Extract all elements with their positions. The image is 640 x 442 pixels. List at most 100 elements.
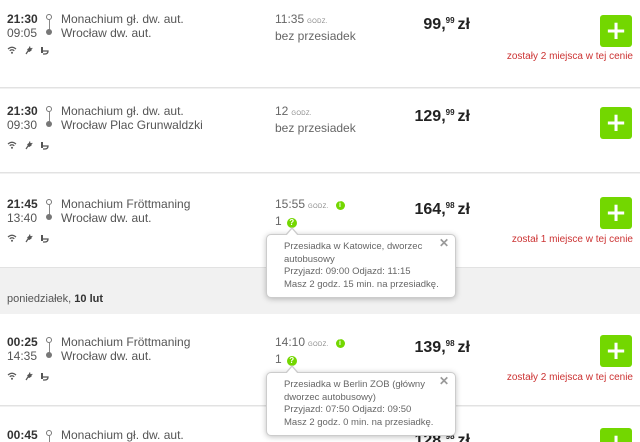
route-line: [44, 199, 54, 221]
duration-unit: GODZ.: [308, 204, 329, 210]
add-to-cart-button[interactable]: +: [600, 335, 632, 367]
route-line: [44, 14, 54, 36]
arrival-time: 14:35: [7, 349, 38, 363]
toilet-icon: [41, 235, 49, 243]
seats-left-notice: zostały 2 miejsca w tej cenie: [506, 372, 633, 383]
tooltip-title: Przesiadka w Berlin ZOB (główny dworzec …: [284, 379, 425, 403]
power-plug-icon: [25, 46, 33, 55]
stations: Monachium gł. dw. aut. Wrocław Plac Grun…: [61, 104, 203, 132]
price-decimal: 98: [445, 339, 455, 348]
price-decimal: 99: [445, 108, 455, 117]
from-station: Monachium Fröttmaning: [61, 335, 191, 349]
tooltip-times: Przyjazd: 07:50 Odjazd: 09:50: [284, 404, 412, 415]
arrival-time: 09:05: [7, 26, 38, 40]
currency: zł: [457, 339, 470, 356]
price: 139,98 zł: [414, 339, 470, 356]
duration: 11:35 GODZ. bez przesiadek: [275, 12, 356, 43]
add-to-cart-button[interactable]: +: [600, 15, 632, 47]
duration-unit: GODZ.: [291, 111, 312, 117]
amenities: [7, 141, 49, 150]
info-icon[interactable]: i: [335, 339, 345, 348]
add-to-cart-button[interactable]: +: [600, 428, 632, 442]
close-icon[interactable]: ✕: [439, 237, 449, 250]
times: 00:25 14:35: [7, 335, 38, 363]
route-line: [44, 106, 54, 128]
price: 164,98 zł: [414, 201, 470, 218]
power-plug-icon: [25, 372, 33, 381]
arrival-time: 09:30: [7, 118, 38, 132]
to-station: Wrocław Plac Grunwaldzki: [61, 118, 203, 132]
stations: Monachium Fröttmaning Wrocław dw. aut.: [61, 335, 190, 363]
tooltip-times: Przyjazd: 09:00 Odjazd: 11:15: [284, 266, 411, 277]
tooltip-wait: Masz 2 godz. 15 min. na przesiadkę.: [284, 278, 439, 290]
price: 129,99 zł: [414, 108, 470, 125]
connection-card[interactable]: 21:30 09:30 Monachium gł. dw. aut. Wrocł…: [0, 89, 640, 173]
transfers: 1: [275, 352, 282, 366]
toilet-icon: [41, 373, 49, 381]
from-station: Monachium Fröttmaning: [61, 197, 191, 211]
to-station: Wrocław dw. aut.: [61, 349, 152, 363]
times: 21:45 13:40: [7, 197, 38, 225]
times: 21:30 09:05: [7, 12, 38, 40]
stations: Monachium gł. dw. aut.: [61, 428, 184, 442]
close-icon[interactable]: ✕: [439, 375, 449, 388]
duration: 14:10 GODZ. i 1?: [275, 335, 345, 366]
currency: zł: [457, 201, 470, 218]
wifi-icon: [7, 372, 17, 380]
price-decimal: 99: [445, 16, 455, 25]
toilet-icon: [41, 47, 49, 55]
times: 00:45: [7, 428, 38, 442]
to-station: Wrocław dw. aut.: [61, 26, 152, 40]
currency: zł: [457, 432, 470, 442]
connection-card[interactable]: 21:30 09:05 Monachium gł. dw. aut. Wrocł…: [0, 0, 640, 88]
wifi-icon: [7, 46, 17, 54]
currency: zł: [457, 16, 470, 33]
from-station: Monachium gł. dw. aut.: [61, 104, 184, 118]
departure-time: 21:30: [7, 104, 38, 118]
weekday: poniedziałek,: [7, 293, 72, 305]
arrival-time: 13:40: [7, 211, 38, 225]
departure-time: 00:25: [7, 335, 38, 349]
transfers: bez przesiadek: [275, 29, 356, 43]
transfers: 1: [275, 214, 282, 228]
duration-unit: GODZ.: [308, 342, 329, 348]
times: 21:30 09:30: [7, 104, 38, 132]
duration: 12 GODZ. bez przesiadek: [275, 104, 356, 135]
transfer-tooltip: ✕ Przesiadka w Berlin ZOB (główny dworze…: [266, 365, 456, 436]
departure-time: 00:45: [7, 428, 38, 442]
transfers: bez przesiadek: [275, 121, 356, 135]
price: 99,99 zł: [423, 16, 470, 33]
wifi-icon: [7, 141, 17, 149]
price-main: 164: [414, 201, 442, 218]
departure-time: 21:45: [7, 197, 38, 211]
tooltip-title: Przesiadka w Katowice, dworzec autobusow…: [284, 241, 423, 265]
date: 10 lut: [74, 293, 104, 305]
from-station: Monachium gł. dw. aut.: [61, 12, 184, 26]
departure-time: 21:30: [7, 12, 38, 26]
transfer-tooltip: ✕ Przesiadka w Katowice, dworzec autobus…: [266, 227, 456, 298]
price-decimal: 98: [445, 201, 455, 210]
tooltip-wait: Masz 2 godz. 0 min. na przesiadkę.: [284, 416, 434, 428]
add-to-cart-button[interactable]: +: [600, 197, 632, 229]
power-plug-icon: [25, 234, 33, 243]
price-main: 139: [414, 339, 442, 356]
price-main: 99: [423, 16, 442, 33]
from-station: Monachium gł. dw. aut.: [61, 428, 184, 442]
to-station: Wrocław dw. aut.: [61, 211, 152, 225]
duration: 15:55 GODZ. i 1?: [275, 197, 345, 228]
stations: Monachium Fröttmaning Wrocław dw. aut.: [61, 197, 190, 225]
route-line: [44, 430, 54, 442]
route-line: [44, 337, 54, 359]
power-plug-icon: [25, 141, 33, 150]
duration-value: 14:10: [275, 335, 306, 349]
add-to-cart-button[interactable]: +: [600, 107, 632, 139]
seats-left-notice: zostały 2 miejsca w tej cenie: [506, 51, 633, 62]
seats-left-notice: został 1 miejsce w tej cenie: [511, 234, 633, 245]
wifi-icon: [7, 234, 17, 242]
amenities: [7, 372, 49, 381]
duration-value: 15:55: [275, 197, 306, 211]
duration-value: 12: [275, 104, 289, 118]
toilet-icon: [41, 142, 49, 150]
currency: zł: [457, 108, 470, 125]
info-icon[interactable]: i: [335, 201, 345, 210]
